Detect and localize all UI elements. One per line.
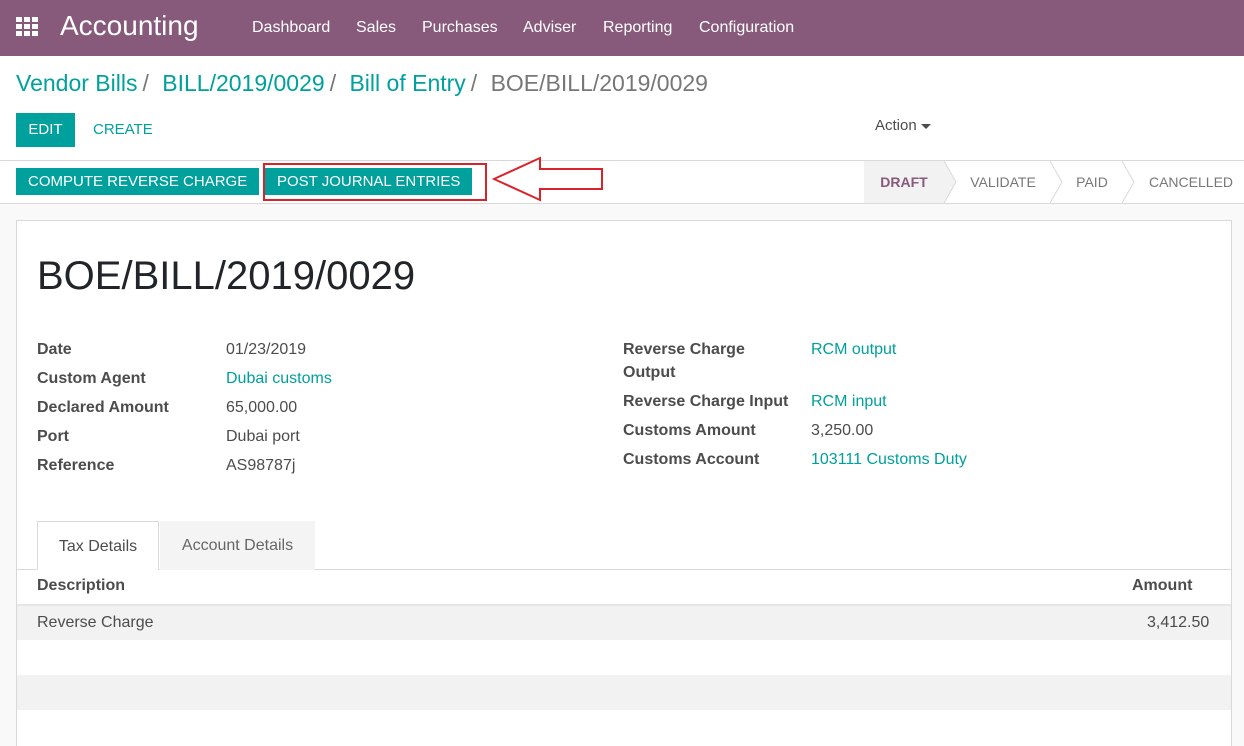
column-header-amount[interactable]: Amount — [1132, 577, 1192, 595]
field-label-declared-amount: Declared Amount — [37, 399, 169, 416]
field-value-customs-amount: 3,250.00 — [811, 422, 874, 439]
record-title: BOE/BILL/2019/0029 — [37, 254, 416, 298]
edit-button[interactable]: EDIT — [16, 113, 75, 147]
column-header-description[interactable]: Description — [37, 577, 125, 595]
stage-cancelled[interactable]: CANCELLED — [1138, 161, 1244, 203]
menu-sales[interactable]: Sales — [356, 0, 396, 56]
breadcrumb: Vendor Bills / BILL/2019/0029/ Bill of En… — [16, 70, 708, 97]
breadcrumb-vendor-bills[interactable]: Vendor Bills — [16, 70, 137, 96]
breadcrumb-separator: / — [329, 70, 337, 96]
field-value-custom-agent[interactable]: Dubai customs — [226, 367, 332, 390]
action-dropdown[interactable]: Action — [875, 117, 931, 134]
field-value-reverse-charge-output[interactable]: RCM output — [811, 338, 896, 361]
table-empty-row — [17, 710, 1231, 746]
table-empty-row — [17, 640, 1231, 675]
field-label-reverse-charge-input: Reverse Charge Input — [623, 393, 789, 410]
breadcrumb-bill-of-entry[interactable]: Bill of Entry — [349, 70, 465, 96]
app-title: Accounting — [60, 10, 199, 41]
compute-reverse-charge-button[interactable]: COMPUTE REVERSE CHARGE — [16, 168, 260, 195]
breadcrumb-bill[interactable]: BILL/2019/0029 — [162, 70, 324, 96]
caret-down-icon — [920, 123, 931, 129]
field-label-line: Output — [623, 364, 676, 381]
breadcrumb-current: BOE/BILL/2019/0029 — [490, 70, 708, 96]
action-label: Action — [875, 117, 917, 134]
stage-draft[interactable]: DRAFT — [864, 161, 944, 203]
field-value-customs-account[interactable]: 103111 Customs Duty — [811, 448, 967, 471]
menu-dashboard[interactable]: Dashboard — [252, 0, 330, 56]
field-label-custom-agent: Custom Agent — [37, 370, 146, 387]
tab-tax-details[interactable]: Tax Details — [37, 521, 159, 570]
stage-chevron-icon — [1122, 161, 1135, 203]
table-row[interactable] — [17, 606, 1231, 640]
field-value-date: 01/23/2019 — [226, 341, 307, 358]
create-button[interactable]: CREATE — [83, 113, 163, 147]
stage-validate[interactable]: VALIDATE — [956, 161, 1050, 203]
top-navbar: Accounting Dashboard Sales Purchases Adv… — [0, 0, 1244, 56]
table-cell-amount: 3,412.50 — [1147, 614, 1210, 631]
field-label-reverse-charge-output: Reverse Charge Output — [623, 338, 745, 384]
table-cell-description: Reverse Charge — [37, 614, 154, 631]
breadcrumb-separator: / — [470, 70, 478, 96]
table-empty-row — [17, 675, 1231, 710]
field-value-reference: AS98787j — [226, 457, 296, 474]
menu-configuration[interactable]: Configuration — [699, 0, 794, 56]
field-value-reverse-charge-input[interactable]: RCM input — [811, 390, 887, 413]
tab-account-details[interactable]: Account Details — [160, 521, 315, 570]
field-label-line: Reverse Charge — [623, 341, 745, 358]
field-value-port: Dubai port — [226, 428, 300, 445]
menu-adviser[interactable]: Adviser — [523, 0, 576, 56]
stage-paid[interactable]: PAID — [1062, 161, 1122, 203]
field-label-port: Port — [37, 428, 69, 445]
breadcrumb-separator: / — [142, 70, 149, 96]
annotation-arrow-icon — [492, 156, 603, 202]
field-label-date: Date — [37, 341, 72, 358]
annotation-highlight-box — [263, 163, 487, 201]
menu-reporting[interactable]: Reporting — [603, 0, 672, 56]
menu-purchases[interactable]: Purchases — [422, 0, 498, 56]
field-label-customs-amount: Customs Amount — [623, 422, 756, 439]
field-label-reference: Reference — [37, 457, 115, 474]
field-value-declared-amount: 65,000.00 — [226, 399, 298, 416]
apps-grid-icon[interactable] — [16, 17, 38, 37]
field-label-customs-account: Customs Account — [623, 451, 760, 468]
